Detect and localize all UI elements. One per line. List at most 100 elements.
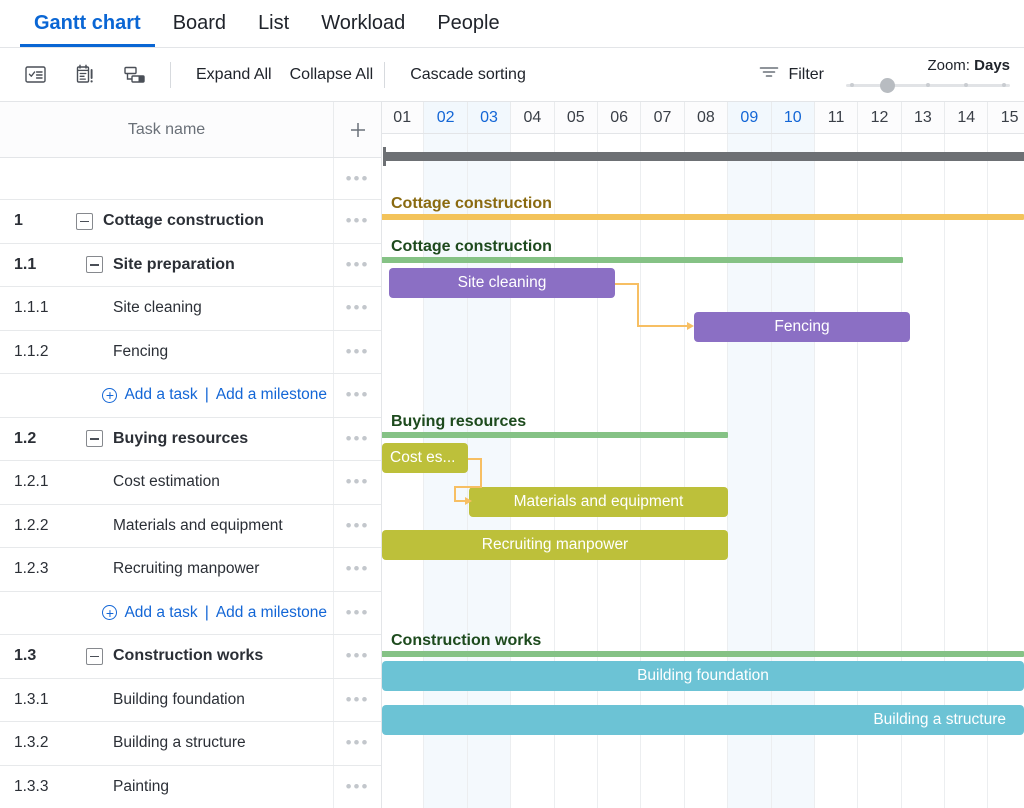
table-row[interactable]: 1.2.2 Materials and equipment ••• xyxy=(0,505,381,549)
wbs-outline-icon[interactable] xyxy=(118,61,152,89)
tab-list[interactable]: List xyxy=(242,0,305,47)
dependency-link-cost-estimation-materials[interactable] xyxy=(468,458,538,503)
row-menu-button[interactable]: ••• xyxy=(333,679,381,722)
gantt-bar-label: Recruiting manpower xyxy=(382,536,728,554)
table-row[interactable]: 1.3.2 Building a structure ••• xyxy=(0,722,381,766)
gantt-bar-label: Site cleaning xyxy=(389,274,615,292)
add-milestone-link[interactable]: Add a milestone xyxy=(216,386,327,404)
tab-gantt-chart[interactable]: Gantt chart xyxy=(18,0,157,47)
group-summary-label: Cottage construction xyxy=(391,238,552,256)
row-menu-button[interactable]: ••• xyxy=(333,158,381,199)
timeline-day[interactable]: 03 xyxy=(468,102,511,133)
timeline-day[interactable]: 15 xyxy=(988,102,1024,133)
add-milestone-link[interactable]: Add a milestone xyxy=(216,604,327,622)
table-row[interactable]: 1 Cottage construction ••• xyxy=(0,200,381,244)
collapse-all-button[interactable]: Collapse All xyxy=(281,66,383,84)
row-menu-button[interactable]: ••• xyxy=(333,461,381,504)
filter-button[interactable]: Filter xyxy=(759,64,824,85)
task-grid-header: Task name xyxy=(0,102,381,158)
collapse-toggle[interactable] xyxy=(86,256,103,273)
add-row[interactable]: Add a task | Add a milestone ••• xyxy=(0,592,381,636)
timeline-day[interactable]: 10 xyxy=(772,102,815,133)
row-menu-button[interactable]: ••• xyxy=(333,244,381,287)
tab-people[interactable]: People xyxy=(421,0,515,47)
zoom-slider[interactable] xyxy=(846,78,1010,92)
zoom-prefix: Zoom: xyxy=(927,57,974,74)
row-menu-button[interactable]: ••• xyxy=(333,766,381,808)
column-header-task-name[interactable]: Task name xyxy=(0,102,333,157)
gantt-bar-fencing[interactable]: Fencing xyxy=(694,312,910,342)
table-row[interactable]: 1.3 Construction works ••• xyxy=(0,635,381,679)
table-row[interactable]: ••• xyxy=(0,158,381,200)
timeline-day[interactable]: 04 xyxy=(511,102,554,133)
timeline-day[interactable]: 12 xyxy=(858,102,901,133)
group-summary-row[interactable]: Buying resources xyxy=(381,395,728,439)
add-column-button[interactable] xyxy=(333,102,381,157)
timeline-day[interactable]: 11 xyxy=(815,102,858,133)
timeline-day[interactable]: 02 xyxy=(424,102,467,133)
group-summary-row[interactable]: Construction works xyxy=(381,613,1024,657)
row-menu-button[interactable]: ••• xyxy=(333,548,381,591)
table-row[interactable]: 1.2.1 Cost estimation ••• xyxy=(0,461,381,505)
row-menu-button[interactable]: ••• xyxy=(333,331,381,374)
expand-all-button[interactable]: Expand All xyxy=(187,66,281,84)
collapse-toggle[interactable] xyxy=(86,430,103,447)
project-summary-row[interactable]: Cottage construction xyxy=(381,176,1024,220)
row-menu-button[interactable]: ••• xyxy=(333,418,381,461)
timeline-day[interactable]: 09 xyxy=(728,102,771,133)
cascade-sorting-button[interactable]: Cascade sorting xyxy=(401,66,535,84)
row-menu-button[interactable]: ••• xyxy=(333,635,381,678)
add-task-link[interactable]: Add a task xyxy=(124,386,197,404)
group-summary-bar[interactable] xyxy=(381,432,728,438)
table-row[interactable]: 1.1 Site preparation ••• xyxy=(0,244,381,288)
timeline-day[interactable]: 07 xyxy=(641,102,684,133)
row-wbs: 1.2.3 xyxy=(14,560,76,578)
table-row[interactable]: 1.2 Buying resources ••• xyxy=(0,418,381,462)
zoom-slider-tick xyxy=(1002,83,1006,87)
group-summary-bar[interactable] xyxy=(381,257,903,263)
row-cells: 1.3.1 Building foundation xyxy=(0,679,333,722)
table-row[interactable]: 1.2.3 Recruiting manpower ••• xyxy=(0,548,381,592)
table-row[interactable]: 1.1.2 Fencing ••• xyxy=(0,331,381,375)
group-summary-row[interactable]: Cottage construction xyxy=(381,220,903,264)
row-cells: 1.3.3 Painting xyxy=(0,766,333,808)
tab-workload[interactable]: Workload xyxy=(305,0,421,47)
row-menu-button[interactable]: ••• xyxy=(333,505,381,548)
table-row[interactable]: 1.3.3 Painting ••• xyxy=(0,766,381,808)
row-task-name: Recruiting manpower xyxy=(113,560,259,578)
table-row[interactable]: 1.3.1 Building foundation ••• xyxy=(0,679,381,723)
row-menu-button[interactable]: ••• xyxy=(333,287,381,330)
add-task-link[interactable]: Add a task xyxy=(124,604,197,622)
gantt-bar-building-a-structure[interactable]: Building a structure xyxy=(382,705,1024,735)
collapse-toggle[interactable] xyxy=(76,213,93,230)
timeline-day[interactable]: 13 xyxy=(902,102,945,133)
row-cells: 1.1.2 Fencing xyxy=(0,331,333,374)
group-summary-bar[interactable] xyxy=(381,651,1024,657)
timeline-day[interactable]: 01 xyxy=(381,102,424,133)
row-menu-button[interactable]: ••• xyxy=(333,722,381,765)
dependency-link-site-cleaning-fencing[interactable] xyxy=(615,283,697,328)
zoom-slider-tick xyxy=(850,83,854,87)
timeline-day[interactable]: 14 xyxy=(945,102,988,133)
zoom-slider-thumb[interactable] xyxy=(880,78,895,93)
add-row[interactable]: Add a task | Add a milestone ••• xyxy=(0,374,381,418)
critical-path-icon[interactable] xyxy=(68,61,102,89)
timeline-day[interactable]: 08 xyxy=(685,102,728,133)
project-span-bar[interactable] xyxy=(383,152,1024,161)
gantt-bar-site-cleaning[interactable]: Site cleaning xyxy=(389,268,615,298)
task-list-icon[interactable] xyxy=(18,61,52,89)
zoom-slider-tick xyxy=(964,83,968,87)
row-menu-button[interactable]: ••• xyxy=(333,374,381,417)
pane-divider[interactable] xyxy=(381,102,382,808)
timeline-day[interactable]: 06 xyxy=(598,102,641,133)
row-cells: 1 Cottage construction xyxy=(0,200,333,243)
gantt-bar-building-foundation[interactable]: Building foundation xyxy=(382,661,1024,691)
row-menu-button[interactable]: ••• xyxy=(333,592,381,635)
tab-board[interactable]: Board xyxy=(157,0,242,47)
collapse-toggle[interactable] xyxy=(86,648,103,665)
gantt-bar-recruiting-manpower[interactable]: Recruiting manpower xyxy=(382,530,728,560)
table-row[interactable]: 1.1.1 Site cleaning ••• xyxy=(0,287,381,331)
row-menu-button[interactable]: ••• xyxy=(333,200,381,243)
gantt-bar-cost-estimation[interactable]: Cost es... xyxy=(382,443,468,473)
timeline-day[interactable]: 05 xyxy=(555,102,598,133)
